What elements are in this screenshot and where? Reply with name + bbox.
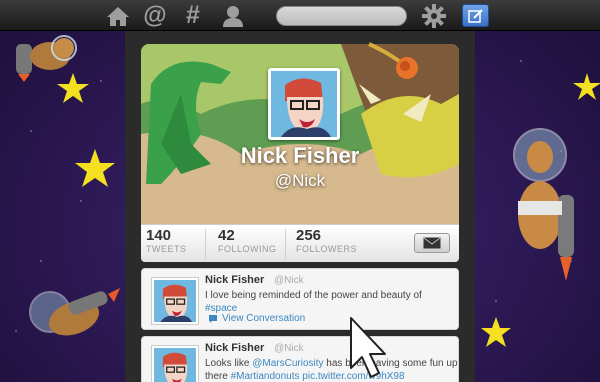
profile-name: Nick Fisher	[240, 143, 360, 168]
avatar-portrait-image	[154, 348, 196, 382]
tweet-author-handle[interactable]: @Nick	[274, 275, 304, 286]
envelope-icon	[423, 237, 441, 249]
tweet-text: Looks like @MarsCuriosity has been havin…	[205, 357, 458, 382]
tweet-item[interactable]: Nick Fisher @Nick Looks like @MarsCurios…	[141, 336, 459, 382]
star-decoration	[75, 149, 115, 187]
tweet-avatar[interactable]	[151, 277, 199, 325]
tweets-count: 140	[146, 227, 172, 244]
search-input[interactable]	[276, 6, 407, 26]
gear-icon[interactable]	[421, 3, 447, 28]
view-conversation-label: View Conversation	[222, 313, 306, 324]
followers-label: FOLLOWERS	[296, 244, 358, 254]
following-stat[interactable]: 42 FOLLOWING	[218, 227, 277, 254]
mention-link[interactable]: @MarsCuriosity	[252, 358, 323, 369]
tweet-text-line: there #Martiandonuts pic.twitter.com/w9h…	[205, 370, 453, 382]
profile-handle: @Nick	[274, 171, 326, 190]
tweets-label: TWEETS	[146, 244, 187, 254]
tweet-text-body: has been having some fun up	[323, 358, 458, 369]
mouse-cursor-icon	[350, 317, 386, 378]
compose-icon[interactable]	[462, 4, 489, 27]
direct-message-button[interactable]	[414, 233, 450, 253]
tweet-text-line: Looks like @MarsCuriosity has been havin…	[205, 357, 458, 370]
followers-stat[interactable]: 256 FOLLOWERS	[296, 227, 357, 254]
star-decoration	[57, 73, 89, 103]
avatar-portrait-image	[154, 280, 196, 322]
tweet-text-body: there	[205, 371, 231, 382]
space-dog-sprite	[29, 288, 120, 336]
hash-icon[interactable]: #	[180, 3, 206, 28]
comet-decoration	[368, 42, 418, 79]
space-dog-sprite	[513, 128, 574, 281]
avatar-portrait-image	[271, 71, 337, 137]
tweet-author-handle[interactable]: @Nick	[274, 343, 304, 354]
following-label: FOLLOWING	[218, 244, 277, 254]
view-conversation-link[interactable]: View Conversation	[208, 313, 305, 324]
profile-stats-bar: 140 TWEETS 42 FOLLOWING 256 FOLLOWERS	[141, 224, 459, 262]
stats-divider	[285, 229, 286, 259]
top-toolbar: @ #	[0, 0, 600, 31]
hashtag-link[interactable]: #Martiandonuts	[231, 371, 300, 382]
speech-bubble-icon	[209, 314, 217, 323]
tweet-author-name[interactable]: Nick Fisher	[205, 342, 264, 354]
stats-divider	[205, 229, 206, 259]
star-decoration	[573, 73, 600, 100]
at-icon[interactable]: @	[140, 4, 170, 28]
tweet-text: I love being reminded of the power and b…	[205, 289, 453, 315]
tweet-avatar[interactable]	[151, 345, 199, 382]
tweet-text-body: Looks like	[205, 358, 253, 369]
person-icon[interactable]	[219, 4, 247, 27]
home-icon[interactable]	[104, 4, 132, 27]
tweet-item[interactable]: Nick Fisher @Nick I love being reminded …	[141, 268, 459, 330]
profile-avatar[interactable]	[268, 68, 340, 140]
followers-count: 256	[296, 227, 322, 244]
tweet-text-body: I love being reminded of the power and b…	[205, 290, 422, 301]
following-count: 42	[218, 227, 235, 244]
tweets-stat[interactable]: 140 TWEETS	[146, 227, 187, 254]
tweet-author-name[interactable]: Nick Fisher	[205, 274, 264, 286]
star-decoration	[481, 317, 511, 347]
